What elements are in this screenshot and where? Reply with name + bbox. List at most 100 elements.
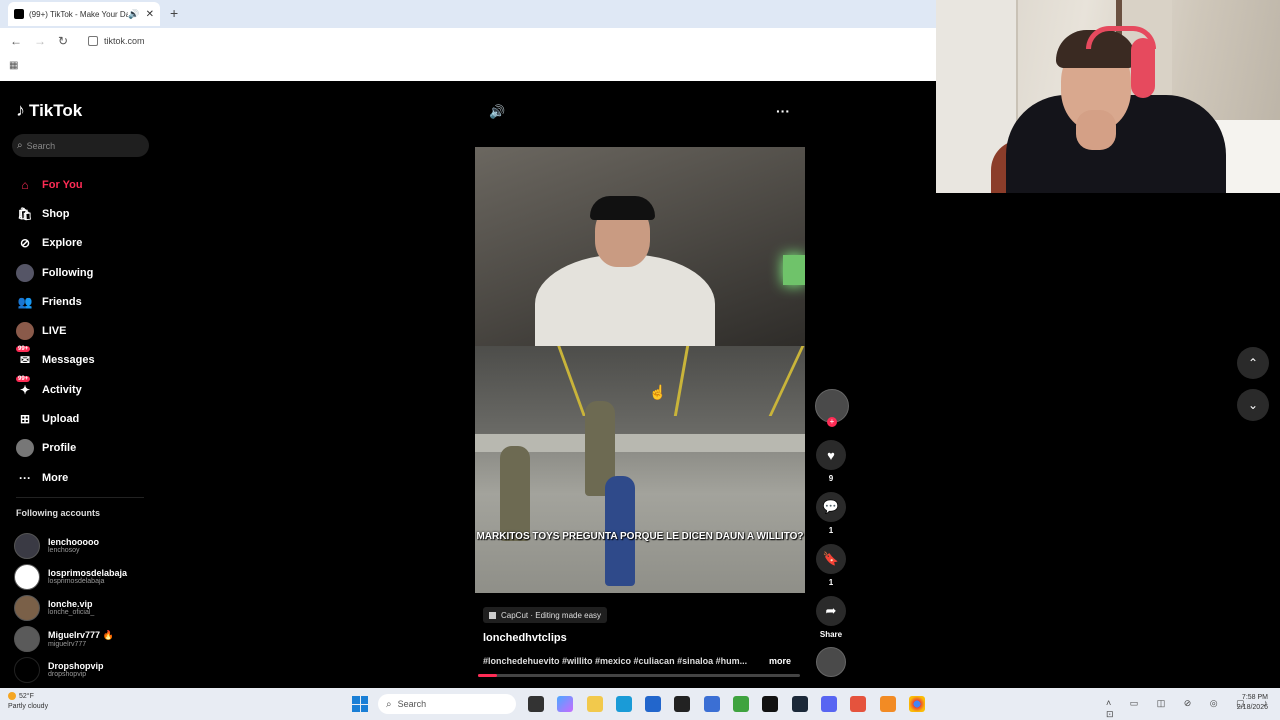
sidebar-item-label: More	[42, 471, 69, 484]
like-count: 9	[828, 474, 834, 483]
sidebar-item-label: Activity	[42, 383, 82, 396]
weather-widget[interactable]: 52°F Partly cloudy	[8, 692, 48, 712]
steam-icon[interactable]	[791, 696, 808, 712]
capcut-tag[interactable]: CapCut · Editing made easy	[483, 607, 608, 623]
chevron-down-icon: ⌄	[1247, 398, 1259, 412]
more-options-icon[interactable]: ···	[776, 103, 790, 119]
store-icon[interactable]	[645, 696, 662, 712]
task-view-icon[interactable]	[528, 696, 544, 712]
search-input[interactable]: ⌕ Search	[12, 134, 149, 157]
messages-icon: ✉ 99+	[16, 346, 31, 368]
app-icon[interactable]	[762, 696, 779, 712]
sidebar-item-label: Friends	[42, 295, 82, 308]
sidebar-item-label: Shop	[42, 207, 70, 220]
previous-video-button[interactable]: ⌃	[1237, 347, 1269, 379]
sidebar-item-label: Following	[42, 266, 94, 279]
following-account-item[interactable]: Dropshopvip dropshopvip	[14, 654, 127, 685]
sidebar-item-explore[interactable]: ⊘ Explore	[16, 229, 95, 258]
apps-grid-icon[interactable]: ▦	[9, 60, 18, 71]
taskbar-apps	[528, 696, 938, 712]
account-name: Miguelrv777 🔥	[48, 629, 114, 640]
tiktok-favicon-icon	[14, 9, 24, 19]
home-icon: ⌂	[21, 177, 29, 192]
sidebar-item-messages[interactable]: ✉ 99+ Messages	[16, 346, 95, 375]
share-button[interactable]: ➦ Share	[815, 596, 847, 639]
sidebar-item-more[interactable]: ··· More	[16, 463, 95, 492]
avatar	[14, 563, 40, 590]
taskbar-clock[interactable]: 7:58 PM 2/18/2026	[1230, 693, 1268, 713]
logo-text: TikTok	[29, 100, 83, 120]
video-author[interactable]: lonchedhvtclips	[483, 632, 567, 644]
chevron-up-icon: ⌃	[1247, 356, 1259, 370]
tiktok-logo[interactable]: ♪ TikTok	[16, 100, 82, 121]
app-icon[interactable]	[674, 696, 691, 712]
compass-icon: ⊘	[19, 236, 31, 251]
new-tab-button[interactable]: +	[170, 5, 178, 21]
sidebar-item-for-you[interactable]: ⌂ For You	[16, 170, 95, 199]
sidebar-item-upload[interactable]: ⊞ Upload	[16, 404, 95, 433]
minecraft-icon[interactable]	[733, 696, 750, 712]
creator-avatar-button[interactable]: +	[815, 389, 849, 427]
following-account-item[interactable]: lonche.vip lonche_oficial_	[14, 592, 127, 623]
video-caption: MARKITOS TOYS PREGUNTA PORQUE LE DICEN D…	[476, 531, 804, 542]
following-accounts-title: Following accounts	[16, 508, 101, 518]
volume-icon[interactable]: 🔊	[489, 104, 505, 120]
account-handle: lonche_oficial_	[48, 609, 95, 616]
more-link[interactable]: more	[769, 656, 791, 666]
url-text: tiktok.com	[104, 36, 145, 46]
tab-audio-icon[interactable]: 🔊	[128, 9, 139, 20]
outlook-icon[interactable]	[703, 696, 720, 712]
temperature: 52°F	[19, 693, 34, 700]
video-description: #lonchedehuevito #willito #mexico #culia…	[483, 656, 748, 666]
account-name: Dropshopvip	[48, 661, 104, 671]
windows-start-icon[interactable]	[352, 696, 368, 712]
following-account-item[interactable]: lenchooooo lenchosoy	[14, 530, 127, 561]
activity-badge: 99+	[16, 375, 31, 382]
like-button[interactable]: ♥ 9	[815, 440, 847, 483]
reload-icon[interactable]: ↻	[58, 34, 68, 48]
video-player[interactable]: MARKITOS TOYS PREGUNTA PORQUE LE DICEN D…	[475, 147, 805, 593]
lamp-graphic	[783, 255, 805, 285]
copilot-icon[interactable]	[557, 696, 574, 712]
comment-button[interactable]: 💬 1	[815, 492, 847, 535]
site-info-icon[interactable]	[88, 36, 98, 46]
follow-plus-icon[interactable]: +	[827, 417, 837, 427]
sidebar-item-label: Explore	[42, 237, 83, 250]
next-video-button[interactable]: ⌄	[1237, 389, 1269, 421]
forward-icon[interactable]: →	[34, 34, 46, 48]
weather-icon	[8, 692, 16, 701]
taskbar-search-label: Search	[397, 699, 427, 709]
sidebar-item-profile[interactable]: Profile	[16, 434, 95, 463]
tab-close-icon[interactable]: ✕	[146, 9, 154, 20]
following-avatar-icon	[16, 263, 34, 282]
clock-time: 7:58 PM	[1241, 694, 1268, 701]
windows-taskbar: 52°F Partly cloudy ⌕ Search ˄ ▭ ◫ ⊘ ◎ ▢ …	[0, 688, 1280, 720]
sidebar-item-shop[interactable]: 🛍 Shop	[16, 199, 95, 228]
video-progress-bar[interactable]	[478, 674, 800, 677]
chrome-icon[interactable]	[908, 696, 925, 712]
avatar	[14, 656, 40, 683]
taskbar-search[interactable]: ⌕ Search	[378, 694, 516, 714]
weather-condition: Partly cloudy	[8, 703, 49, 710]
sidebar-item-following[interactable]: Following	[16, 258, 95, 287]
browser-tab[interactable]: (99+) TikTok - Make Your Day 🔊 ✕	[8, 2, 160, 26]
sidebar-item-activity[interactable]: ✦ 99+ Activity	[16, 375, 95, 404]
app-icon[interactable]	[879, 696, 896, 712]
sidebar-item-friends[interactable]: 👥 Friends	[16, 287, 95, 316]
more-dots-icon: ···	[19, 470, 31, 485]
music-disc-icon	[816, 647, 846, 677]
sidebar-item-live[interactable]: LIVE	[16, 316, 95, 345]
discord-icon[interactable]	[820, 696, 837, 712]
sidebar-item-label: LIVE	[42, 325, 67, 338]
file-explorer-icon[interactable]	[586, 696, 603, 712]
following-account-item[interactable]: Miguelrv777 🔥 miguelrv777	[14, 623, 127, 654]
avatar	[14, 594, 40, 621]
edge-icon[interactable]	[615, 696, 632, 712]
following-account-item[interactable]: losprimosdelabaja losprimosdelabaja	[14, 561, 127, 592]
back-icon[interactable]: ←	[10, 34, 22, 48]
app-icon[interactable]	[850, 696, 867, 712]
music-disc-button[interactable]	[815, 647, 847, 677]
address-bar[interactable]: tiktok.com	[84, 32, 924, 50]
share-label: Share	[819, 630, 843, 639]
save-button[interactable]: 🔖 1	[815, 544, 847, 587]
